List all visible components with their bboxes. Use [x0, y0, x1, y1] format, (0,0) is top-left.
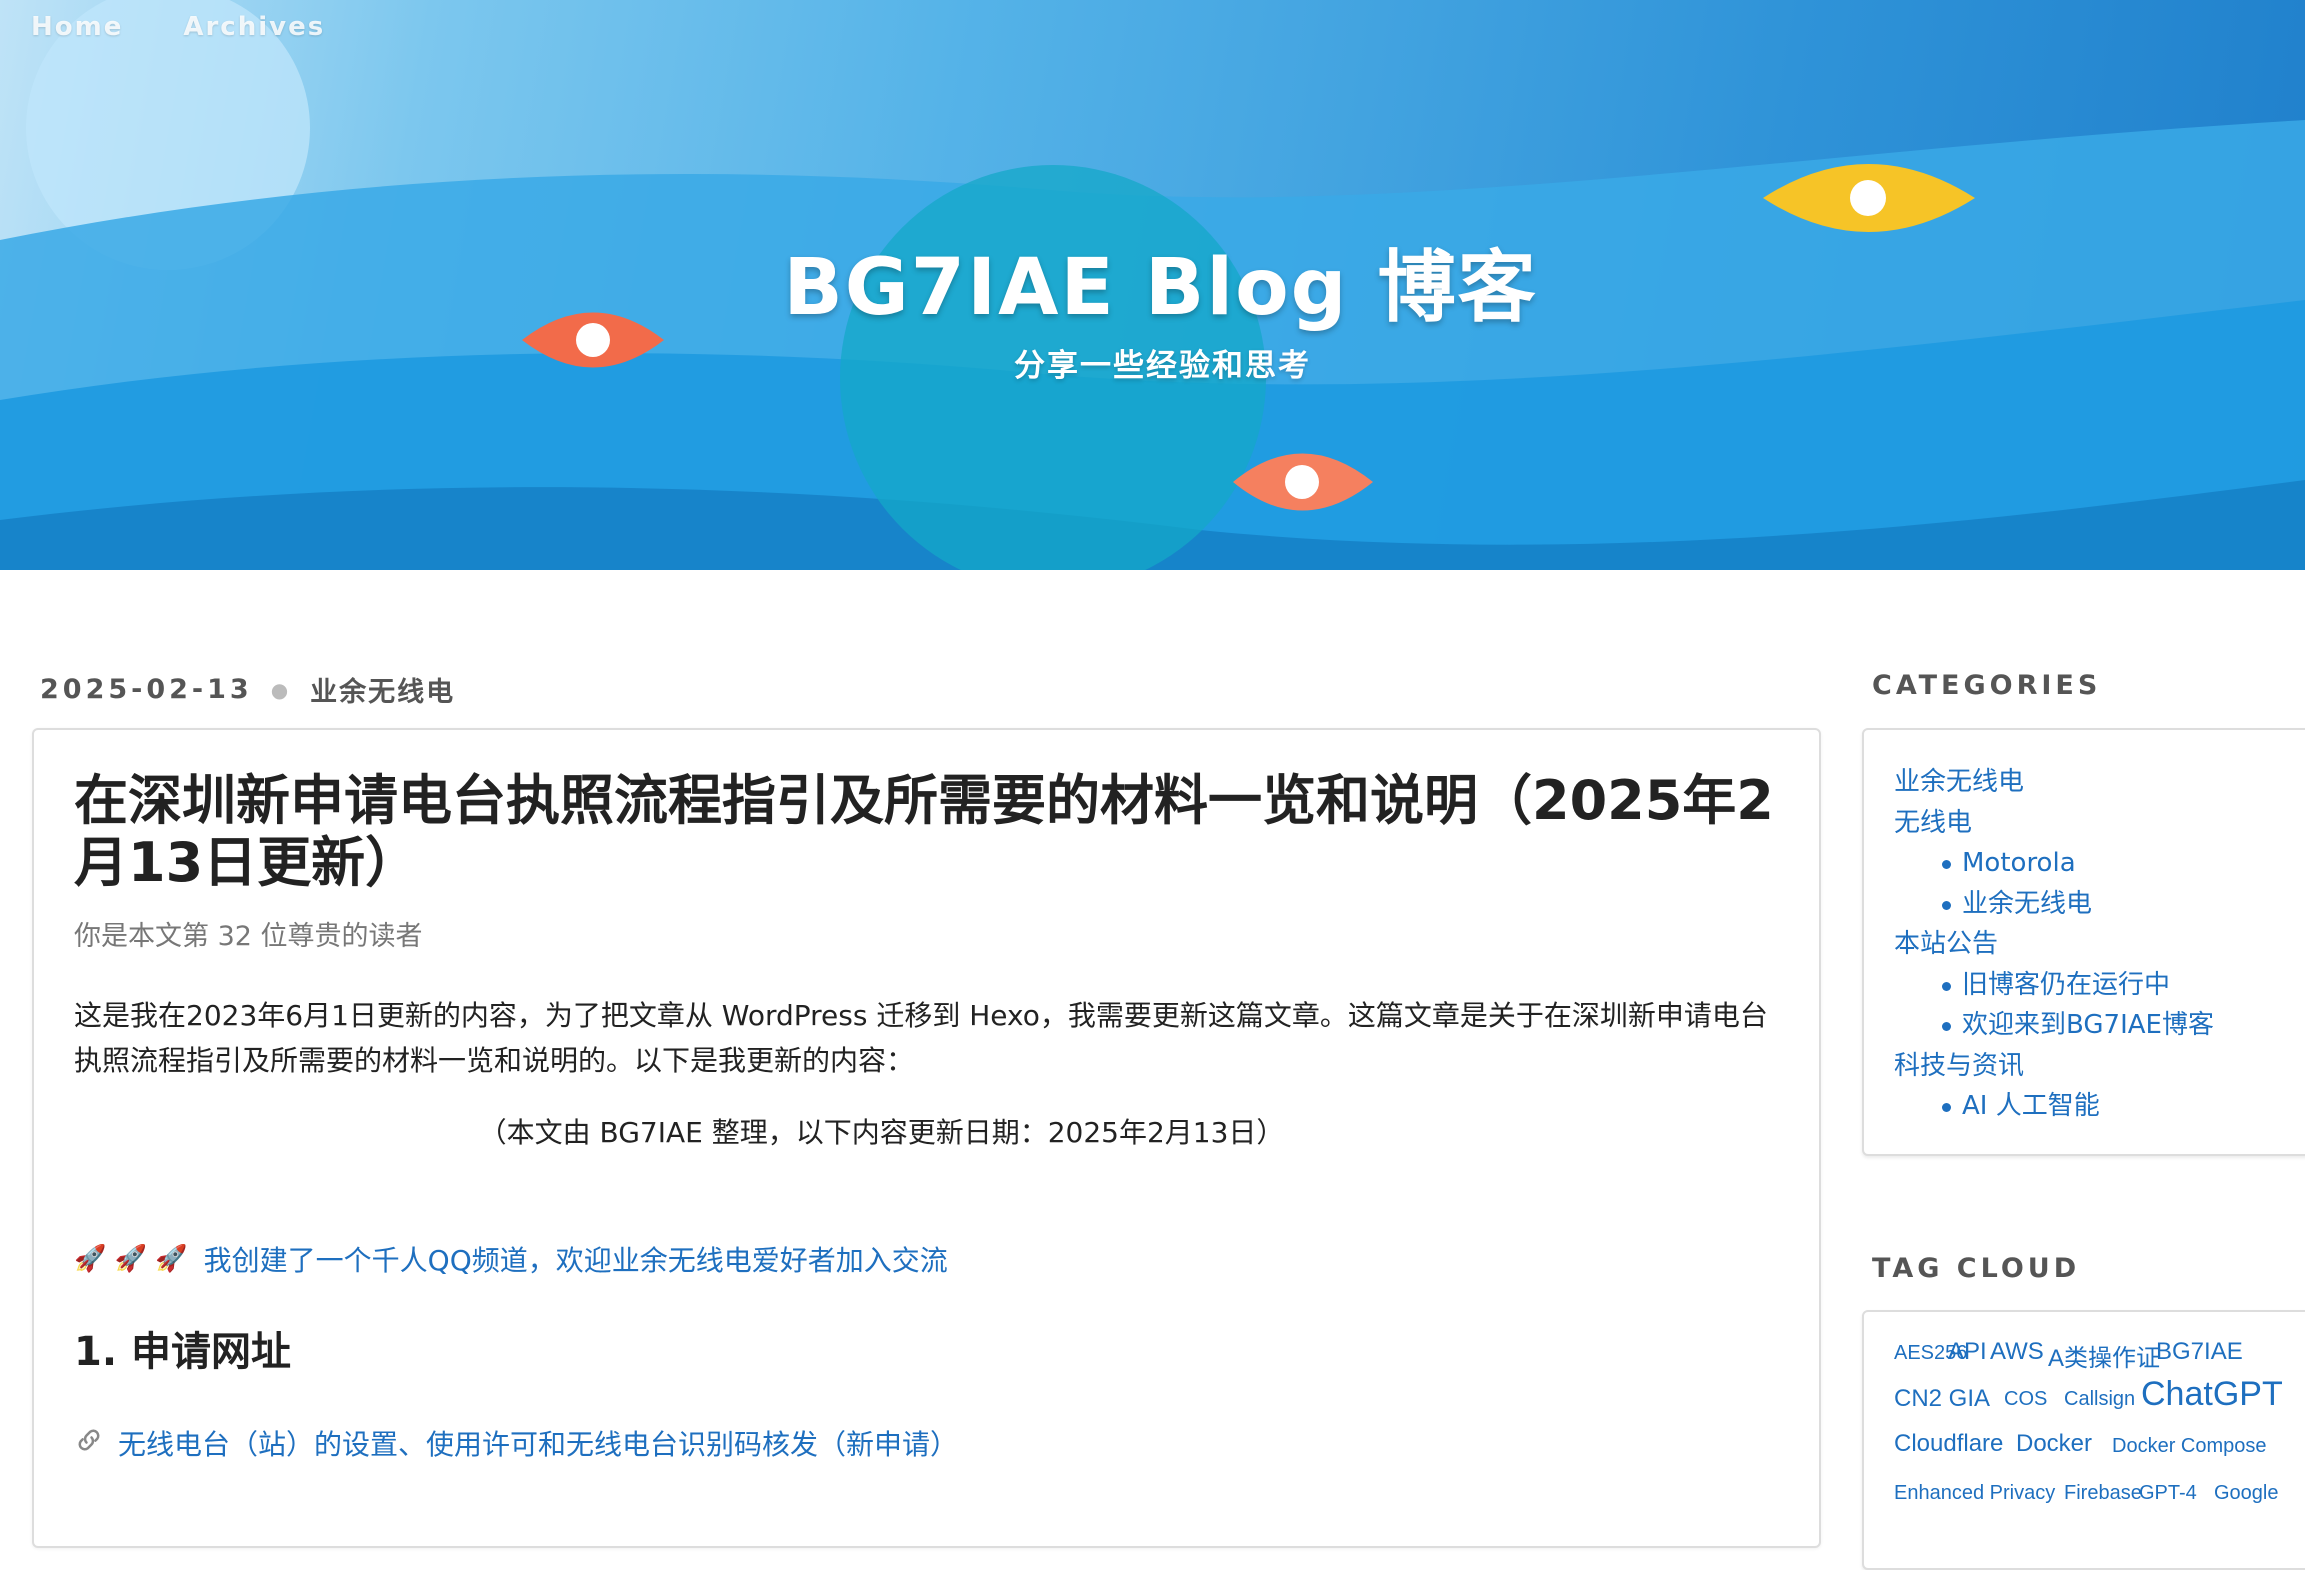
category-link[interactable]: 业余无线电: [1894, 767, 2024, 797]
category-link[interactable]: 业余无线电: [1962, 889, 2092, 919]
tag-link[interactable]: CN2 GIA: [1894, 1385, 1990, 1413]
nav-archives-link[interactable]: Archives: [183, 12, 325, 42]
tag-link[interactable]: A类操作证: [2048, 1338, 2160, 1373]
categories-box: 业余无线电 无线电 Motorola 业余无线电 本站公告 旧博客仍在运行中 欢迎来到BG7…: [1862, 728, 2305, 1156]
site-banner: Home Archives BG7IAE Blog 博客 分享一些经验和思考: [0, 0, 2305, 570]
category-item: 无线电: [1894, 803, 2305, 844]
tag-link[interactable]: API: [1948, 1338, 1987, 1366]
tag-link[interactable]: Google: [2214, 1482, 2279, 1505]
application-url-link[interactable]: 无线电台（站）的设置、使用许可和无线电台识别码核发（新申请）: [118, 1423, 958, 1463]
reader-count: 你是本文第 32 位尊贵的读者: [74, 921, 423, 952]
tag-link[interactable]: Cloudflare: [1894, 1430, 2003, 1458]
site-title[interactable]: BG7IAE Blog 博客: [0, 225, 2305, 337]
update-note: （本文由 BG7IAE 整理，以下内容更新日期：2025年2月13日）: [478, 1116, 1285, 1149]
post-meta: 2025-02-13 ● 业余无线电: [40, 670, 455, 709]
category-subitem: 业余无线电: [1894, 884, 2305, 925]
link-chain-icon: [74, 1425, 104, 1462]
category-subitem: 旧博客仍在运行中: [1894, 965, 2305, 1006]
tag-link[interactable]: AWS: [1990, 1338, 2044, 1366]
tagcloud-heading: TAG CLOUD: [1872, 1253, 2081, 1284]
tagcloud-box: AES256 API AWS A类操作证 BG7IAE CN2 GIA COS Callsig…: [1862, 1310, 2305, 1570]
category-item: 科技与资讯: [1894, 1046, 2305, 1087]
category-list: 业余无线电 无线电 Motorola 业余无线电 本站公告 旧博客仍在运行中 欢迎来到BG7…: [1894, 762, 2305, 1127]
category-subitem: AI 人工智能: [1894, 1086, 2305, 1127]
qq-channel-line: 🚀 🚀 🚀 我创建了一个千人QQ频道，欢迎业余无线电爱好者加入交流: [74, 1239, 1779, 1279]
categories-heading: CATEGORIES: [1872, 670, 2102, 701]
category-link[interactable]: AI 人工智能: [1962, 1091, 2100, 1121]
application-link-line: 无线电台（站）的设置、使用许可和无线电台识别码核发（新申请）: [74, 1423, 1779, 1463]
post-category-link[interactable]: 业余无线电: [310, 670, 455, 709]
intro-paragraph: 这是我在2023年6月1日更新的内容，为了把文章从 WordPress 迁移到 …: [74, 999, 1768, 1077]
category-item: 业余无线电: [1894, 762, 2305, 803]
category-subitem: Motorola: [1894, 843, 2305, 884]
tag-link[interactable]: Enhanced Privacy: [1894, 1482, 2055, 1505]
qq-channel-link[interactable]: 我创建了一个千人QQ频道，欢迎业余无线电爱好者加入交流: [204, 1239, 948, 1279]
tag-link[interactable]: Callsign: [2064, 1388, 2135, 1411]
tag-link[interactable]: GPT-4: [2139, 1482, 2197, 1505]
category-link[interactable]: Motorola: [1962, 848, 2076, 878]
tag-link[interactable]: Docker Compose: [2112, 1435, 2267, 1458]
site-subtitle: 分享一些经验和思考: [1014, 348, 1311, 384]
category-link[interactable]: 本站公告: [1894, 929, 1998, 959]
top-nav: Home Archives: [31, 12, 325, 42]
section-heading-1: 1. 申请网址: [74, 1329, 291, 1375]
nav-home-link[interactable]: Home: [31, 12, 123, 42]
category-item: 本站公告: [1894, 924, 2305, 965]
article-card: 在深圳新申请电台执照流程指引及所需要的材料一览和说明（2025年2月13日更新）…: [32, 728, 1821, 1548]
rocket-icon: 🚀 🚀 🚀: [74, 1244, 188, 1274]
post-title: 在深圳新申请电台执照流程指引及所需要的材料一览和说明（2025年2月13日更新）: [74, 769, 1774, 894]
tag-link[interactable]: COS: [2004, 1388, 2047, 1411]
category-subitem: 欢迎来到BG7IAE博客: [1894, 1005, 2305, 1046]
tag-link[interactable]: ChatGPT: [2141, 1375, 2283, 1414]
tag-link[interactable]: BG7IAE: [2156, 1338, 2243, 1366]
meta-separator-dot: ●: [270, 677, 293, 702]
category-link[interactable]: 科技与资讯: [1894, 1051, 2024, 1081]
category-link[interactable]: 旧博客仍在运行中: [1962, 970, 2170, 1000]
post-date: 2025-02-13: [40, 674, 253, 705]
category-link[interactable]: 欢迎来到BG7IAE博客: [1962, 1010, 2214, 1040]
tag-link[interactable]: Docker: [2016, 1430, 2092, 1458]
category-link[interactable]: 无线电: [1894, 808, 1972, 838]
tag-link[interactable]: Firebase: [2064, 1482, 2142, 1505]
